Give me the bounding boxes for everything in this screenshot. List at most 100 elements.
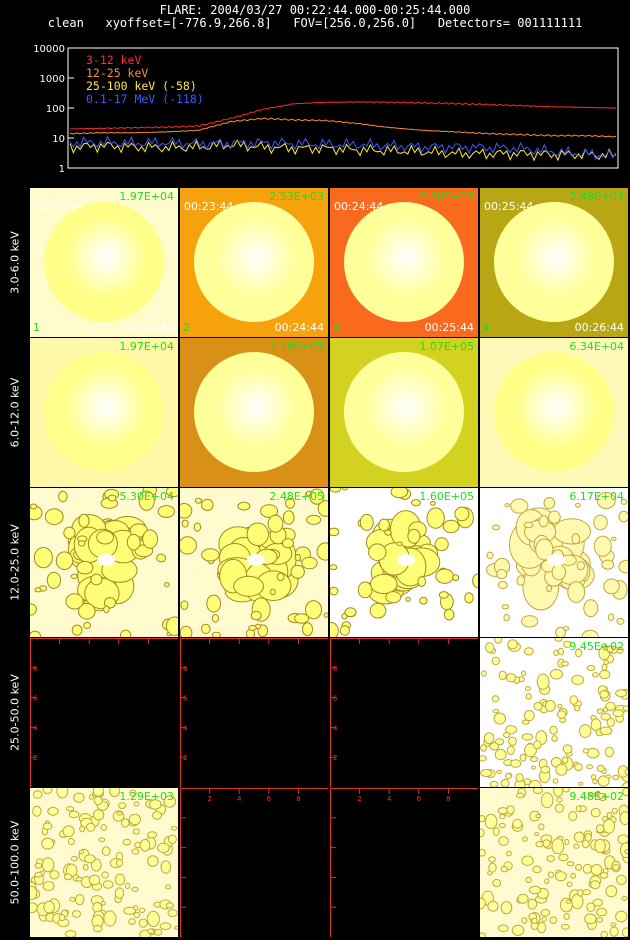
y-tick-label: 10 bbox=[52, 134, 65, 145]
axis-tick-label: 4 bbox=[33, 724, 38, 732]
empty-axes: 2 4 6 8 bbox=[330, 638, 478, 787]
image-panel: 2 4 6 8 bbox=[330, 788, 478, 937]
image-panel: 1.10E+05 bbox=[180, 338, 328, 487]
series-line-2 bbox=[69, 117, 617, 138]
axis-tick-label: 8 bbox=[296, 795, 300, 803]
panel-max-value: 5.30E+04 bbox=[119, 490, 174, 503]
emission-blob bbox=[486, 491, 628, 637]
image-panel: 2 4 6 8 bbox=[180, 788, 328, 937]
image-panel: 6.34E+04 bbox=[480, 338, 628, 487]
axis-tick-label: 8 bbox=[446, 795, 450, 803]
empty-axes: 2 4 6 8 bbox=[330, 788, 478, 937]
panel-max-value: 1.97E+04 bbox=[119, 190, 174, 203]
axis-tick-label: 2 bbox=[207, 795, 211, 803]
energy-band-label: 3.0-6.0 keV bbox=[8, 230, 22, 294]
axis-tick-label: 6 bbox=[417, 795, 422, 803]
energy-band-label: 6.0-12.0 keV bbox=[8, 377, 22, 447]
axis-tick-label: 2 bbox=[357, 795, 361, 803]
image-panel: 2.48E+03 00:25:44 00:26:44 4 bbox=[480, 188, 628, 337]
axis-tick-label: 6 bbox=[183, 695, 188, 703]
source-disk bbox=[344, 202, 464, 322]
axis-tick-label: 6 bbox=[333, 695, 338, 703]
empty-axes: 2 4 6 8 bbox=[30, 638, 178, 787]
source-disk bbox=[44, 352, 164, 472]
image-panel: 1.97E+04 bbox=[30, 338, 178, 487]
image-panel: 5.30E+04 bbox=[30, 488, 178, 637]
panel-interval-index: 4 bbox=[483, 321, 490, 334]
source-disk bbox=[44, 202, 164, 322]
panel-end-time: 00:25:44 bbox=[424, 321, 474, 334]
panel-start-time: 00:22:44 bbox=[34, 200, 84, 213]
image-panel: 2.30E+03 00:24:44 00:25:44 3 bbox=[330, 188, 478, 337]
panel-interval-index: 2 bbox=[183, 321, 190, 334]
source-disk bbox=[344, 352, 464, 472]
panel-end-time: 00:24:44 bbox=[274, 321, 324, 334]
emission-blob bbox=[180, 488, 328, 637]
panel-max-value: 1.07E+05 bbox=[419, 340, 474, 353]
panel-max-value: 2.48E+05 bbox=[269, 490, 324, 503]
image-panel: 2 4 6 8 bbox=[180, 638, 328, 787]
image-panel: 2.53E+03 00:23:44 00:24:44 2 bbox=[180, 188, 328, 337]
axis-tick-label: 2 bbox=[183, 754, 187, 762]
empty-axes: 2 4 6 8 bbox=[180, 788, 328, 937]
empty-axes: 2 4 6 8 bbox=[180, 638, 328, 787]
plot-frame bbox=[67, 47, 619, 169]
panel-start-time: 00:24:44 bbox=[334, 200, 384, 213]
panel-max-value: 1.60E+05 bbox=[419, 490, 474, 503]
panel-max-value: 2.30E+03 bbox=[419, 190, 474, 203]
panel-max-value: 9.48E+02 bbox=[569, 790, 624, 803]
image-panel: 2 4 6 8 bbox=[30, 638, 178, 787]
emission-blob bbox=[30, 488, 178, 637]
noise-pattern bbox=[480, 638, 628, 787]
energy-band-label: 12.0-25.0 keV bbox=[8, 523, 22, 601]
image-panel: 6.17E+04 bbox=[480, 488, 628, 637]
panel-max-value: 2.48E+03 bbox=[569, 190, 624, 203]
axis-tick-label: 6 bbox=[33, 695, 38, 703]
legend-entry-4: 0.1-17 MeV (-118) bbox=[86, 92, 204, 106]
source-disk bbox=[494, 202, 614, 322]
axis-tick-label: 4 bbox=[237, 795, 242, 803]
panel-max-value: 6.17E+04 bbox=[569, 490, 624, 503]
y-tick-label: 1000 bbox=[40, 74, 65, 85]
image-panel: 9.45E+02 bbox=[480, 638, 628, 787]
axis-tick-label: 2 bbox=[33, 754, 37, 762]
image-panel: 2 4 6 8 bbox=[330, 638, 478, 787]
emission-blob bbox=[330, 488, 478, 637]
panel-interval-index: 1 bbox=[33, 321, 40, 334]
energy-band-label: 50.0-100.0 keV bbox=[8, 820, 22, 904]
axis-tick-label: 2 bbox=[333, 754, 337, 762]
panel-end-time: 00:26:44 bbox=[574, 321, 624, 334]
image-panel: 1.07E+05 bbox=[330, 338, 478, 487]
source-disk bbox=[194, 202, 314, 322]
figure-subtitle: clean xyoffset=[-776.9,266.8] FOV=[256.0… bbox=[47, 16, 583, 30]
panel-max-value: 9.45E+02 bbox=[569, 640, 624, 653]
panel-start-time: 00:25:44 bbox=[484, 200, 534, 213]
axis-tick-label: 4 bbox=[183, 724, 188, 732]
panel-max-value: 6.34E+04 bbox=[569, 340, 624, 353]
y-tick-label: 1 bbox=[59, 164, 65, 175]
source-disk bbox=[494, 352, 614, 472]
panel-max-value: 1.97E+04 bbox=[119, 340, 174, 353]
panel-start-time: 00:23:44 bbox=[184, 200, 234, 213]
panel-max-value: 1.10E+05 bbox=[269, 340, 324, 353]
panel-end-time: 00:23:44 bbox=[124, 321, 174, 334]
axis-tick-label: 8 bbox=[33, 665, 37, 673]
image-panel: 9.48E+02 bbox=[480, 788, 628, 937]
axis-tick-label: 4 bbox=[387, 795, 392, 803]
image-panel: 2.48E+05 bbox=[180, 488, 328, 637]
axis-tick-label: 8 bbox=[183, 665, 187, 673]
axis-tick-label: 8 bbox=[333, 665, 337, 673]
axis-tick-label: 4 bbox=[333, 724, 338, 732]
image-panel: 1.29E+03 bbox=[30, 788, 178, 937]
panel-interval-index: 3 bbox=[333, 321, 340, 334]
noise-pattern bbox=[30, 788, 178, 937]
axis-tick-label: 6 bbox=[267, 795, 272, 803]
energy-band-label: 25.0-50.0 keV bbox=[8, 673, 22, 751]
y-tick-label: 100 bbox=[46, 104, 65, 115]
source-disk bbox=[194, 352, 314, 472]
y-tick-label: 10000 bbox=[33, 44, 65, 55]
image-panel: 1.60E+05 bbox=[330, 488, 478, 637]
noise-pattern bbox=[480, 788, 628, 937]
image-panel: 1.97E+04 00:22:44 00:23:44 1 bbox=[30, 188, 178, 337]
panel-max-value: 1.29E+03 bbox=[119, 790, 174, 803]
